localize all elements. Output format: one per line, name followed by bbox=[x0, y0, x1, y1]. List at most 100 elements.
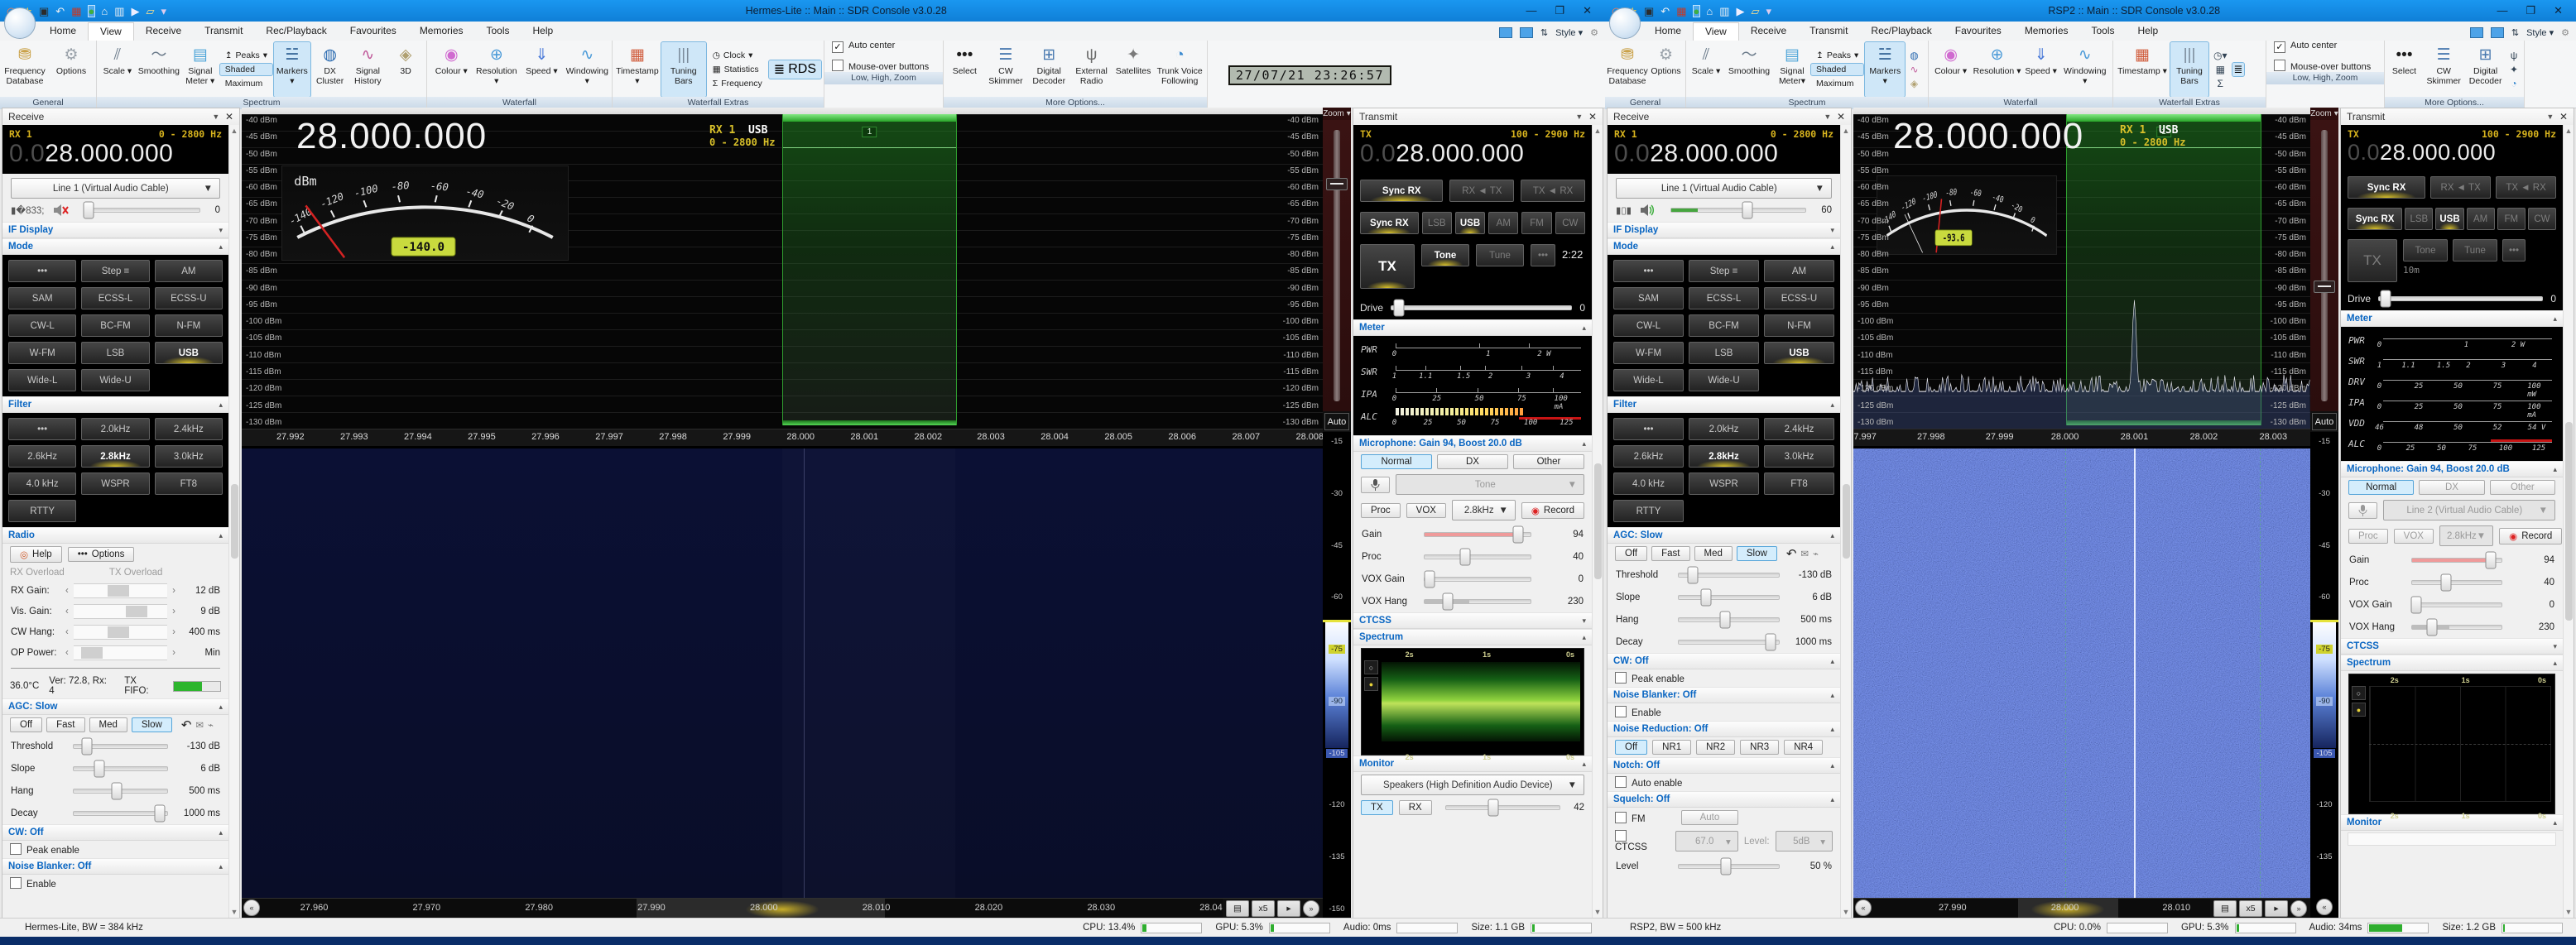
mode-button[interactable]: Wide-U bbox=[1689, 369, 1759, 391]
proc-button[interactable]: Proc bbox=[1361, 503, 1401, 518]
section-noise-reduction[interactable]: Noise Reduction: Off bbox=[1613, 724, 1708, 734]
mode-button[interactable]: BC-FM bbox=[81, 314, 149, 337]
monitor-volume-slider[interactable] bbox=[1445, 805, 1561, 810]
tx-cw-button[interactable]: CW bbox=[2528, 208, 2556, 230]
auto-button[interactable]: Auto bbox=[1324, 413, 1349, 430]
audio-device-select[interactable]: Line 1 (Virtual Audio Cable)▼ bbox=[1616, 178, 1832, 199]
speed-button[interactable]: ⇓Speed ▾ bbox=[2024, 42, 2059, 97]
agc-button[interactable]: Slow bbox=[132, 717, 172, 732]
auto-button[interactable]: Auto bbox=[2312, 413, 2337, 430]
section-squelch[interactable]: Squelch: Off bbox=[1613, 794, 1670, 804]
help-button[interactable]: ◎Help bbox=[10, 546, 62, 563]
rx-frequency[interactable]: 0.028.000.000 bbox=[1614, 140, 1833, 168]
ribbon-tab[interactable]: Home bbox=[38, 22, 88, 41]
style-selector[interactable]: Style ▾ bbox=[1555, 27, 1583, 38]
agc-button[interactable]: Slow bbox=[1737, 546, 1777, 561]
undo-icon[interactable]: ↶ bbox=[1786, 546, 1797, 561]
agc-button[interactable]: Off bbox=[1615, 546, 1647, 561]
spectrum-display[interactable]: 1 -40 dBm-45 dBm-50 dBm-55 dBm-60 dBm-65… bbox=[1853, 108, 2310, 919]
sync-rx-button[interactable]: Sync RX bbox=[2348, 176, 2425, 199]
ribbon-tab[interactable]: Favourites bbox=[339, 22, 408, 41]
mode-button[interactable]: W-FM bbox=[8, 342, 76, 364]
ribbon-tab[interactable]: Receive bbox=[134, 22, 193, 41]
section-agc[interactable]: AGC: Slow bbox=[1613, 530, 1662, 540]
agc-button[interactable]: Med bbox=[89, 717, 127, 732]
eq-icon[interactable]: ▮▯▮ bbox=[1616, 204, 1632, 216]
envelope-icon[interactable]: ✉ bbox=[195, 719, 204, 731]
filter-button[interactable]: 3.0kHz bbox=[155, 445, 223, 468]
updown-icon[interactable]: ⇅ bbox=[1540, 27, 1548, 38]
mode-button[interactable]: N-FM bbox=[155, 314, 223, 337]
excel-icon[interactable]: ▦ bbox=[1676, 6, 1686, 17]
ribbon-tab[interactable]: Memories bbox=[2013, 22, 2080, 41]
vox-button[interactable]: VOX bbox=[1406, 503, 1446, 518]
spectrum-bulb-icon[interactable]: ● bbox=[1364, 677, 1378, 691]
clock-button[interactable]: ◷ Clock ▾ bbox=[708, 50, 767, 61]
filter-button[interactable]: RTTY bbox=[8, 500, 76, 522]
mode-button[interactable]: USB bbox=[1764, 342, 1834, 364]
agc-button[interactable]: Fast bbox=[1651, 546, 1689, 561]
monitor2-icon[interactable] bbox=[1520, 27, 1533, 38]
slider[interactable] bbox=[73, 766, 168, 771]
external-radio-icon[interactable]: ψ bbox=[2509, 50, 2520, 61]
folder-icon[interactable]: ▱ bbox=[1752, 6, 1760, 17]
palette-reset-button[interactable]: « bbox=[2316, 899, 2333, 915]
sync-rx-mode-button[interactable]: Sync RX bbox=[2348, 208, 2402, 230]
style-selector[interactable]: Style ▾ bbox=[2526, 27, 2554, 38]
mic-profile-button[interactable]: Other bbox=[1513, 454, 1584, 469]
statistics-icon[interactable]: ▦ bbox=[2214, 64, 2227, 75]
zoom-label[interactable]: Zoom ▾ bbox=[2310, 108, 2338, 120]
scale-button[interactable]: ⫽Scale ▾ bbox=[1689, 42, 1723, 97]
nr-button[interactable]: NR1 bbox=[1652, 740, 1691, 755]
squelch-auto-button[interactable]: Auto bbox=[1681, 810, 1739, 825]
mic-device-select[interactable]: Line 2 (Virtual Audio Cable)▼ bbox=[2383, 500, 2555, 520]
frequency-sigma-icon[interactable]: Σ bbox=[2216, 78, 2225, 89]
proc-button[interactable]: Proc bbox=[2348, 529, 2388, 544]
timestamp-button[interactable]: ▦Timestamp ▾ bbox=[2116, 42, 2169, 97]
title-bar[interactable]: ◎ ★ ▣ ↶ ▦ ● ⌂ ▥ ▶ ▱ ▾ RSP2 :: Main :: SD… bbox=[1605, 0, 2576, 22]
tx-usb-button[interactable]: USB bbox=[2435, 208, 2463, 230]
section-monitor[interactable]: Monitor bbox=[2347, 818, 2381, 827]
section-mode[interactable]: Mode bbox=[1613, 242, 1638, 252]
tone-button[interactable]: Tone bbox=[1421, 244, 1469, 266]
updown-icon[interactable]: ⇅ bbox=[2511, 27, 2519, 38]
section-meter[interactable]: Meter bbox=[1359, 323, 1385, 333]
minimize-button[interactable]: — bbox=[1526, 4, 1536, 17]
shaded-button[interactable]: Shaded bbox=[1811, 64, 1863, 75]
tx-bandwidth-select[interactable]: 2.8kHz▼ bbox=[2439, 525, 2493, 546]
gear-icon[interactable]: ⚙ bbox=[1590, 27, 1598, 38]
ribbon-tab[interactable]: Memories bbox=[408, 22, 475, 41]
zoom-slider-thumb[interactable] bbox=[1326, 178, 1348, 190]
windowing-button[interactable]: ∿Windowing ▾ bbox=[2059, 42, 2110, 97]
home-icon[interactable]: ⌂ bbox=[101, 6, 108, 17]
notch-auto-checkbox[interactable]: Auto enable bbox=[1615, 776, 1682, 789]
slider[interactable] bbox=[73, 789, 168, 794]
tone-select[interactable]: Tone▼ bbox=[1396, 474, 1584, 495]
dx-cluster-icon[interactable]: ◍ bbox=[1908, 50, 1920, 61]
zoom-slider-thumb[interactable] bbox=[2314, 281, 2335, 293]
record-button[interactable]: ◉Record bbox=[2499, 528, 2562, 544]
zoom-slider[interactable] bbox=[1323, 120, 1351, 411]
tune-button[interactable]: Tune bbox=[2453, 239, 2497, 261]
mic-profile-button[interactable]: Other bbox=[2490, 480, 2555, 495]
zoom-factor-button[interactable]: x5 bbox=[2239, 900, 2262, 917]
sync-rx-button[interactable]: Sync RX bbox=[1360, 180, 1443, 202]
waterfall-palette[interactable]: -15-30-45-60-75-90-105-120-135-150 bbox=[1323, 432, 1351, 919]
slider[interactable] bbox=[2411, 602, 2502, 607]
tx-from-rx-button[interactable]: TX ◄ RX bbox=[1521, 180, 1585, 202]
mode-button[interactable]: BC-FM bbox=[1689, 314, 1759, 337]
slider[interactable] bbox=[1678, 573, 1780, 578]
slider[interactable] bbox=[73, 811, 168, 816]
windowing-button[interactable]: ∿Windowing ▾ bbox=[565, 42, 609, 97]
mode-button[interactable]: AM bbox=[1764, 260, 1834, 282]
restore-button[interactable]: ❐ bbox=[2526, 4, 2535, 17]
rds-button[interactable]: ≣ RDS bbox=[769, 60, 821, 79]
ribbon-tab[interactable]: Favourites bbox=[1944, 22, 2013, 41]
tx-button[interactable]: TX bbox=[2348, 239, 2397, 282]
audio-device-select[interactable]: Line 1 (Virtual Audio Cable)▼ bbox=[11, 178, 220, 199]
nr-button[interactable]: NR2 bbox=[1696, 740, 1735, 755]
tx-frequency[interactable]: 0.028.000.000 bbox=[2348, 140, 2556, 165]
monitor2-icon[interactable] bbox=[2491, 27, 2504, 38]
timestamp-button[interactable]: ▦Timestamp ▾ bbox=[615, 42, 660, 97]
ctcss-level-select[interactable]: 5dB▾ bbox=[1776, 831, 1833, 851]
